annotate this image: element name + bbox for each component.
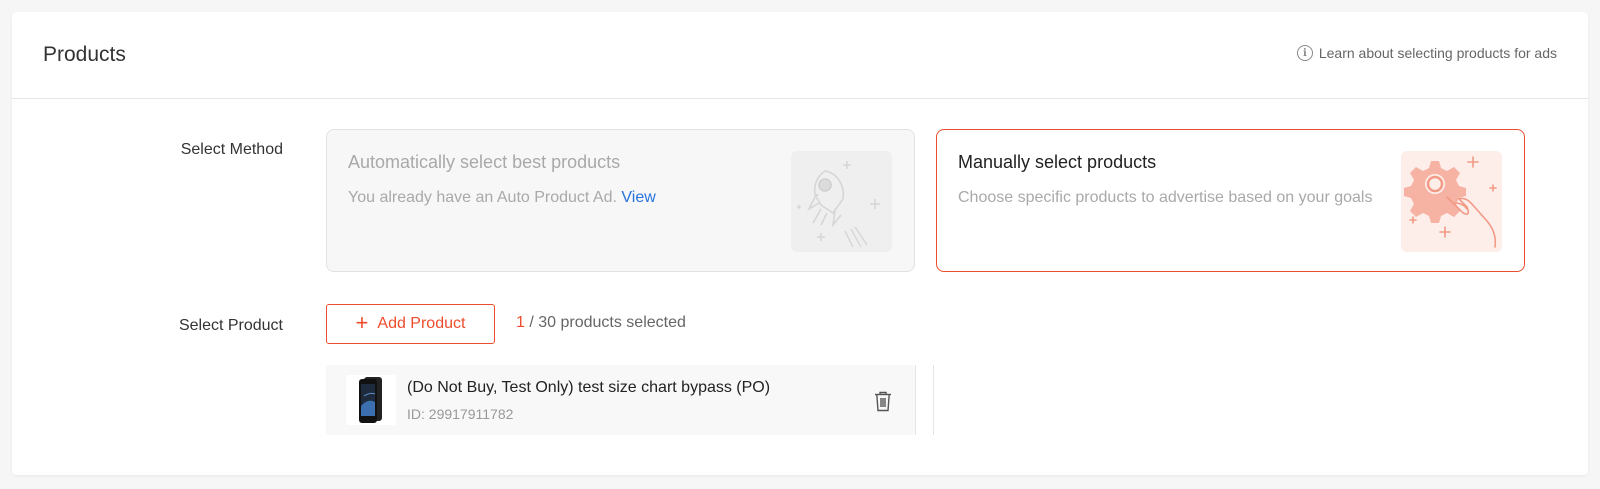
auto-select-description: You already have an Auto Product Ad. Vie… bbox=[348, 188, 778, 208]
info-icon: i bbox=[1296, 45, 1313, 61]
select-product-label: Select Product bbox=[178, 317, 283, 334]
select-method-label: Select Method bbox=[180, 141, 283, 158]
gear-hand-icon bbox=[1401, 151, 1502, 252]
auto-select-option: Automatically select best products You a… bbox=[326, 129, 915, 272]
manual-select-option[interactable]: Manually select products Choose specific… bbox=[936, 129, 1525, 272]
view-auto-ad-link[interactable]: View bbox=[621, 189, 655, 206]
add-product-label: Add Product bbox=[377, 315, 466, 332]
manual-select-description: Choose specific products to advertise ba… bbox=[958, 189, 1373, 206]
manual-select-title: Manually select products bbox=[958, 152, 1157, 172]
auto-select-title: Automatically select best products bbox=[348, 152, 621, 172]
selected-count-number: 1 bbox=[516, 314, 525, 331]
selected-count-suffix: / 30 products selected bbox=[524, 314, 686, 331]
list-item: (Do Not Buy, Test Only) test size chart … bbox=[326, 365, 916, 435]
phone-thumbnail bbox=[346, 375, 396, 425]
product-name: (Do Not Buy, Test Only) test size chart … bbox=[407, 379, 771, 396]
product-id: ID: 29917911782 bbox=[407, 406, 514, 422]
add-product-button[interactable]: + Add Product bbox=[326, 304, 495, 344]
selected-product-list: (Do Not Buy, Test Only) test size chart … bbox=[326, 365, 934, 435]
help-link-text: Learn about selecting products for ads bbox=[1318, 45, 1557, 61]
page-title: Products bbox=[43, 43, 126, 66]
card-header: Products i Learn about selecting product… bbox=[12, 12, 1588, 99]
trash-icon[interactable] bbox=[873, 390, 893, 412]
plus-icon: + bbox=[355, 310, 369, 335]
selected-count: 1 / 30 products selected bbox=[516, 314, 686, 332]
auto-select-desc-text: You already have an Auto Product Ad. bbox=[348, 189, 617, 206]
help-link[interactable]: i Learn about selecting products for ads bbox=[1296, 45, 1557, 61]
rocket-icon bbox=[791, 151, 892, 252]
